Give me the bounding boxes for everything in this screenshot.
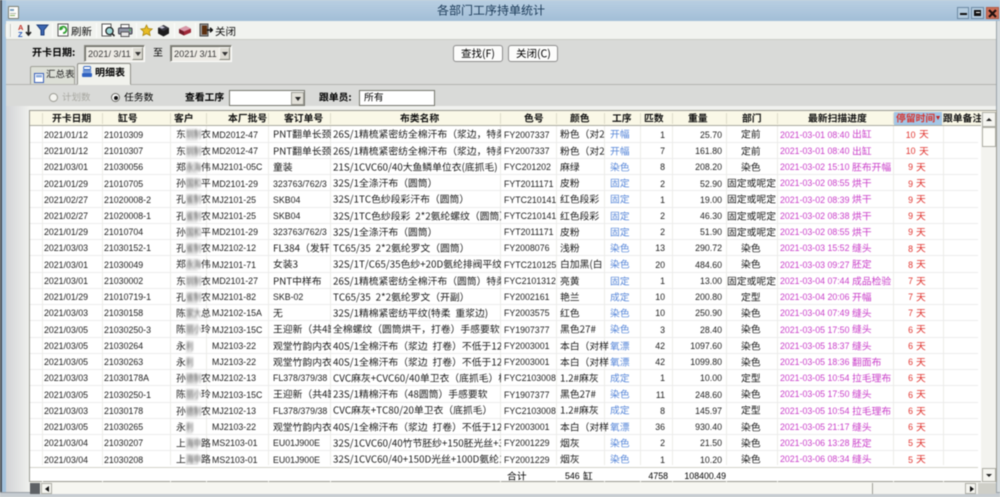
svg-text:Z: Z	[18, 30, 23, 38]
